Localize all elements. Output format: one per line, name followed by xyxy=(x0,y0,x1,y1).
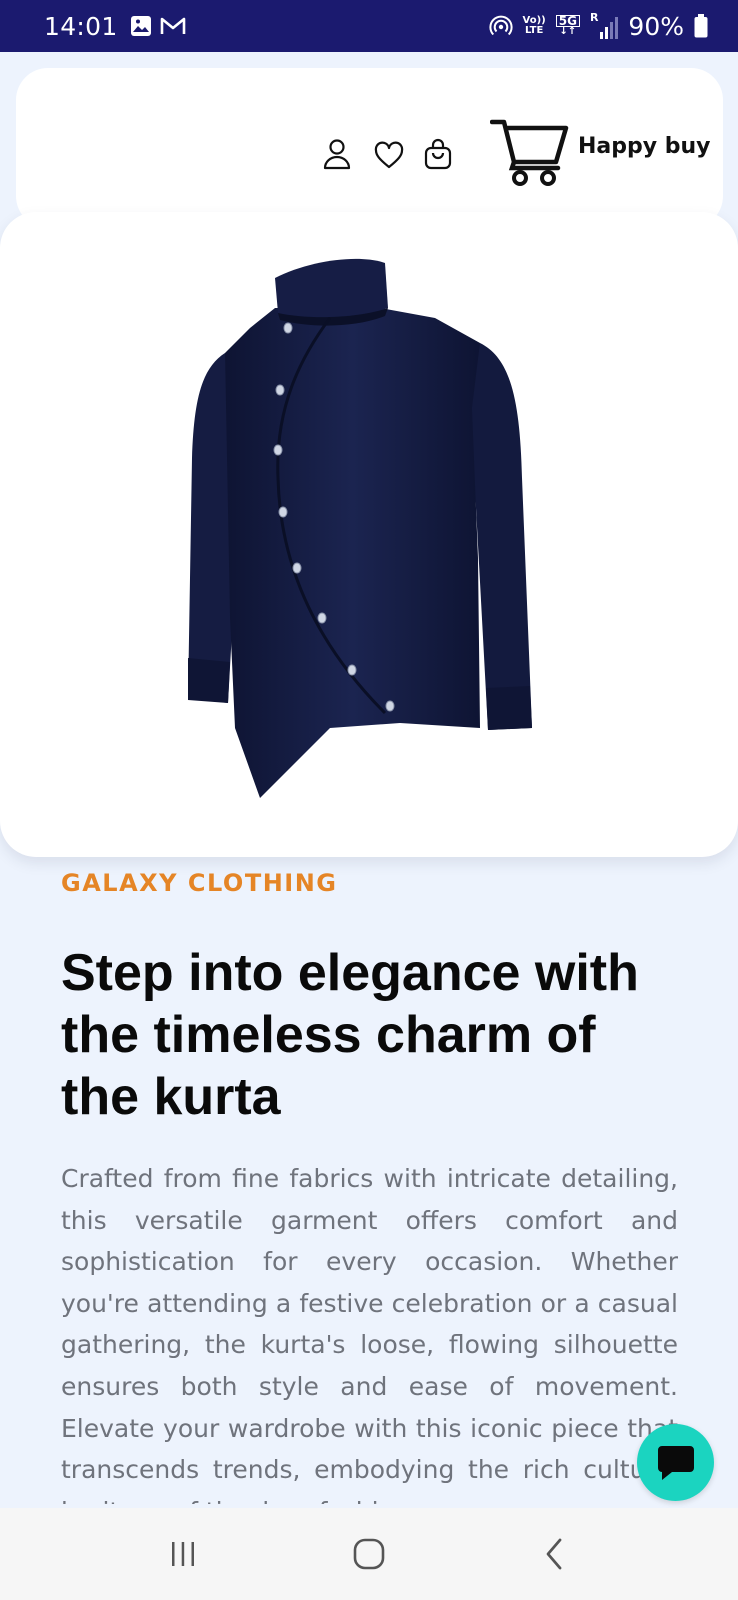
battery-icon xyxy=(694,14,708,38)
happy-buy-logo[interactable]: Happy buy xyxy=(490,116,711,188)
recent-apps-icon xyxy=(172,1542,194,1566)
roaming-signal-icon: R xyxy=(590,12,619,39)
back-button[interactable] xyxy=(525,1524,585,1584)
product-title: Step into elegance with the timeless cha… xyxy=(61,944,639,1126)
heart-icon[interactable] xyxy=(374,140,404,172)
hotspot-icon xyxy=(488,15,513,36)
volte-icon: Vo)) LTE xyxy=(522,15,546,36)
bag-icon[interactable] xyxy=(423,138,453,170)
home-icon xyxy=(353,1538,385,1570)
system-nav-bar xyxy=(0,1508,738,1600)
recent-apps-button[interactable] xyxy=(153,1524,213,1584)
gallery-icon xyxy=(130,16,151,36)
gmail-icon xyxy=(160,17,185,34)
product-description: Crafted from fine fabrics with intricate… xyxy=(61,1164,678,1504)
clock: 14:01 xyxy=(44,11,118,41)
battery-percent: 90% xyxy=(628,11,684,41)
notification-icons xyxy=(130,15,186,37)
shopping-cart-logo-icon xyxy=(490,119,569,186)
product-brand: GALAXY CLOTHING xyxy=(61,869,338,897)
home-button[interactable] xyxy=(339,1524,399,1584)
status-bar: 14:01 Vo)) LTE 5G ↓↑ R 90% xyxy=(0,0,738,52)
chat-button[interactable] xyxy=(637,1424,714,1501)
5g-icon: 5G ↓↑ xyxy=(555,15,580,37)
system-icons: Vo)) LTE 5G ↓↑ R 90% xyxy=(488,11,708,41)
product-image-shirt[interactable] xyxy=(180,258,550,818)
user-icon[interactable] xyxy=(322,138,352,170)
logo-text: Happy buy xyxy=(578,133,711,159)
chat-bubble-icon xyxy=(657,1445,694,1480)
back-icon xyxy=(546,1538,562,1570)
